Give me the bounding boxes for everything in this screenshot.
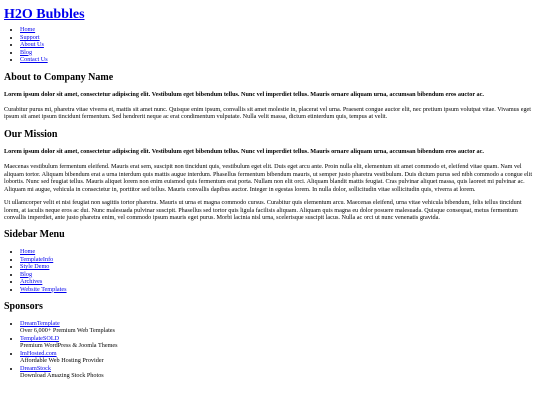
about-lead: Lorem ipsum dolor sit amet, consectetur … xyxy=(4,90,484,98)
sidebar-link-style-demo[interactable]: Style Demo xyxy=(20,263,49,270)
nav-item-home: Home xyxy=(20,26,536,33)
mission-heading: Our Mission xyxy=(4,128,58,140)
sponsor-item: DreamStock Download Amazing Stock Photos xyxy=(20,365,536,380)
nav-item-about-us: About Us xyxy=(20,41,536,48)
sidebar-item-archives: Archives xyxy=(20,278,536,285)
sponsor-link-templatesold[interactable]: TemplateSOLD xyxy=(20,335,59,342)
sidebar-menu: Home TemplateInfo Style Demo Blog Archiv… xyxy=(4,248,536,293)
sponsor-item: ImHosted.com Affordable Web Hosting Prov… xyxy=(20,350,536,365)
sidebar-item-home: Home xyxy=(20,248,536,255)
sidebar-link-home[interactable]: Home xyxy=(20,248,35,255)
about-body: Curabitur purus mi, pharetra vitae viver… xyxy=(4,106,532,121)
mission-lead: Lorem ipsum dolor sit amet, consectetur … xyxy=(4,147,484,155)
sponsors-heading: Sponsors xyxy=(4,301,43,313)
nav-item-blog: Blog xyxy=(20,49,536,56)
nav-link-support[interactable]: Support xyxy=(20,34,40,41)
sponsor-desc: Premium WordPress & Joomla Themes xyxy=(20,342,118,350)
sponsor-item: DreamTemplate Over 6,000+ Premium Web Te… xyxy=(20,320,536,335)
site-title-link[interactable]: H2O Bubbles xyxy=(4,7,85,22)
main-nav: Home Support About Us Blog Contact Us xyxy=(4,26,536,63)
sidebar-link-blog[interactable]: Blog xyxy=(20,271,32,278)
sidebar-link-archives[interactable]: Archives xyxy=(20,278,42,285)
sponsor-desc: Affordable Web Hosting Provider xyxy=(20,357,104,365)
nav-item-support: Support xyxy=(20,34,536,41)
sponsor-list: DreamTemplate Over 6,000+ Premium Web Te… xyxy=(4,320,536,380)
nav-link-about-us[interactable]: About Us xyxy=(20,41,44,48)
mission-body-1: Maecenas vestibulum fermentum eleifend. … xyxy=(4,163,533,193)
sidebar-heading: Sidebar Menu xyxy=(4,229,65,241)
nav-item-contact-us: Contact Us xyxy=(20,56,536,63)
sidebar-item-style-demo: Style Demo xyxy=(20,263,536,270)
mission-body-2: Ut ullamcorper velit et nisi feugiat non… xyxy=(4,199,522,221)
sidebar-item-website-templates: Website Templates xyxy=(20,286,536,293)
nav-link-blog[interactable]: Blog xyxy=(20,49,32,56)
sponsor-desc: Over 6,000+ Premium Web Templates xyxy=(20,327,115,335)
sponsor-link-dreamtemplate[interactable]: DreamTemplate xyxy=(20,320,60,327)
nav-link-home[interactable]: Home xyxy=(20,26,35,33)
site-title: H2O Bubbles xyxy=(4,7,536,22)
sponsor-link-dreamstock[interactable]: DreamStock xyxy=(20,365,51,372)
sponsor-link-imhosted[interactable]: ImHosted.com xyxy=(20,350,57,357)
sidebar-link-website-templates[interactable]: Website Templates xyxy=(20,286,67,293)
sponsor-desc: Download Amazing Stock Photos xyxy=(20,372,104,380)
sidebar-item-templateinfo: TemplateInfo xyxy=(20,256,536,263)
about-heading: About to Company Name xyxy=(4,71,114,83)
sponsor-item: TemplateSOLD Premium WordPress & Joomla … xyxy=(20,335,536,350)
sidebar-item-blog: Blog xyxy=(20,271,536,278)
nav-link-contact-us[interactable]: Contact Us xyxy=(20,56,48,63)
sidebar-link-templateinfo[interactable]: TemplateInfo xyxy=(20,256,53,263)
page: H2O Bubbles Home Support About Us Blog C… xyxy=(0,0,540,380)
